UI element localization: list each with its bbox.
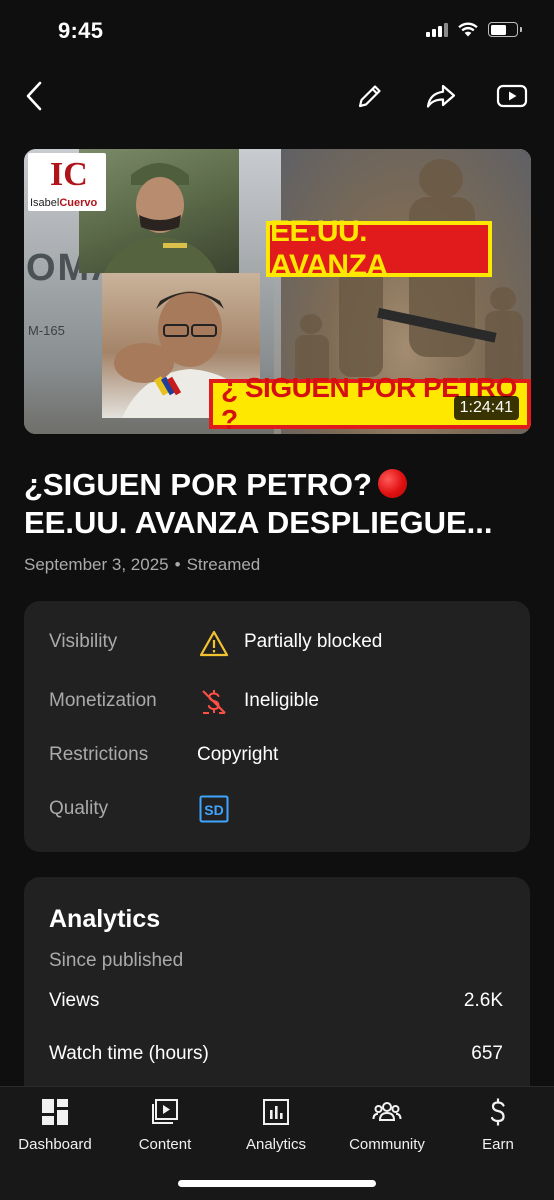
restrictions-value: Copyright xyxy=(197,744,279,765)
status-icons xyxy=(426,22,522,37)
views-value: 2.6K xyxy=(463,990,503,1011)
video-details-card: Visibility Partially blocked Monetizatio… xyxy=(24,601,530,852)
monetization-off-icon xyxy=(202,690,226,714)
nav-content-label: Content xyxy=(138,1136,192,1153)
earn-icon xyxy=(490,1098,505,1126)
thumbnail-aircraft-code: M-165 xyxy=(28,323,65,338)
video-duration-badge: 1:24:41 xyxy=(453,396,519,420)
warning-triangle-icon xyxy=(199,630,229,657)
battery-icon xyxy=(488,22,522,37)
nav-analytics[interactable]: Analytics xyxy=(221,1097,331,1167)
nav-earn-label: Earn xyxy=(482,1136,514,1153)
status-bar: 9:45 xyxy=(0,0,554,62)
video-details-screen: 9:45 OMA M-165 IC IsabelCuervo EE.UU. AV… xyxy=(0,0,554,1200)
watch-time-label: Watch time (hours) xyxy=(49,1043,209,1064)
analytics-title: Analytics xyxy=(49,905,161,933)
restrictions-label: Restrictions xyxy=(49,744,149,765)
status-time: 9:45 xyxy=(58,18,104,43)
nav-content[interactable]: Content xyxy=(110,1097,220,1167)
back-button[interactable] xyxy=(14,76,54,116)
home-indicator[interactable] xyxy=(178,1180,376,1187)
monetization-label: Monetization xyxy=(49,690,157,711)
channel-logo: IC IsabelCuervo xyxy=(28,153,106,211)
svg-text:SD: SD xyxy=(204,802,223,818)
cellular-signal-icon xyxy=(426,22,448,37)
video-status: Streamed xyxy=(186,555,261,574)
dashboard-icon xyxy=(42,1099,68,1125)
visibility-label: Visibility xyxy=(49,631,118,652)
channel-logo-mark: IC xyxy=(50,156,88,193)
views-label: Views xyxy=(49,990,100,1011)
share-button[interactable] xyxy=(421,76,461,116)
nav-community-label: Community xyxy=(349,1136,425,1153)
wifi-icon xyxy=(458,22,478,37)
video-thumbnail[interactable]: OMA M-165 IC IsabelCuervo EE.UU. AVANZA … xyxy=(24,149,531,434)
thumbnail-banner-top-text: EE.UU. AVANZA xyxy=(270,215,388,282)
edit-button[interactable] xyxy=(350,76,390,116)
nav-community[interactable]: Community xyxy=(332,1097,442,1167)
watch-on-youtube-button[interactable] xyxy=(492,76,532,116)
visibility-value: Partially blocked xyxy=(244,631,383,652)
content-icon xyxy=(152,1099,178,1124)
thumbnail-banner-top: EE.UU. AVANZA xyxy=(266,215,492,282)
sd-badge-icon: SD xyxy=(199,795,229,823)
youtube-play-icon xyxy=(496,84,528,108)
nav-dashboard-label: Dashboard xyxy=(18,1136,92,1153)
top-nav xyxy=(0,70,554,120)
monetization-value: Ineligible xyxy=(244,690,319,711)
analytics-icon xyxy=(263,1099,289,1125)
video-meta: September 3, 2025 • Streamed xyxy=(24,555,260,575)
analytics-card[interactable]: Analytics Since published Views 2.6K Wat… xyxy=(24,877,530,1117)
watch-time-value: 657 xyxy=(471,1043,503,1064)
analytics-subtitle: Since published xyxy=(49,950,184,971)
quality-label: Quality xyxy=(49,798,109,819)
meta-separator: • xyxy=(174,555,181,574)
video-title-line-2: EE.UU. AVANZA DESPLIEGUE... xyxy=(24,505,493,540)
nav-earn[interactable]: Earn xyxy=(443,1097,553,1167)
share-arrow-icon xyxy=(426,84,456,108)
community-icon xyxy=(372,1102,402,1121)
channel-logo-text: IsabelCuervo xyxy=(30,197,98,209)
nav-dashboard[interactable]: Dashboard xyxy=(0,1097,110,1167)
nav-analytics-label: Analytics xyxy=(245,1136,307,1153)
video-title-line-1: ¿SIGUEN POR PETRO? xyxy=(24,466,530,504)
pencil-icon xyxy=(358,85,381,108)
chevron-left-icon xyxy=(26,81,42,111)
video-date: September 3, 2025 xyxy=(24,555,169,574)
red-circle-icon xyxy=(377,469,407,498)
video-title: ¿SIGUEN POR PETRO? EE.UU. AVANZA DESPLIE… xyxy=(24,466,530,542)
